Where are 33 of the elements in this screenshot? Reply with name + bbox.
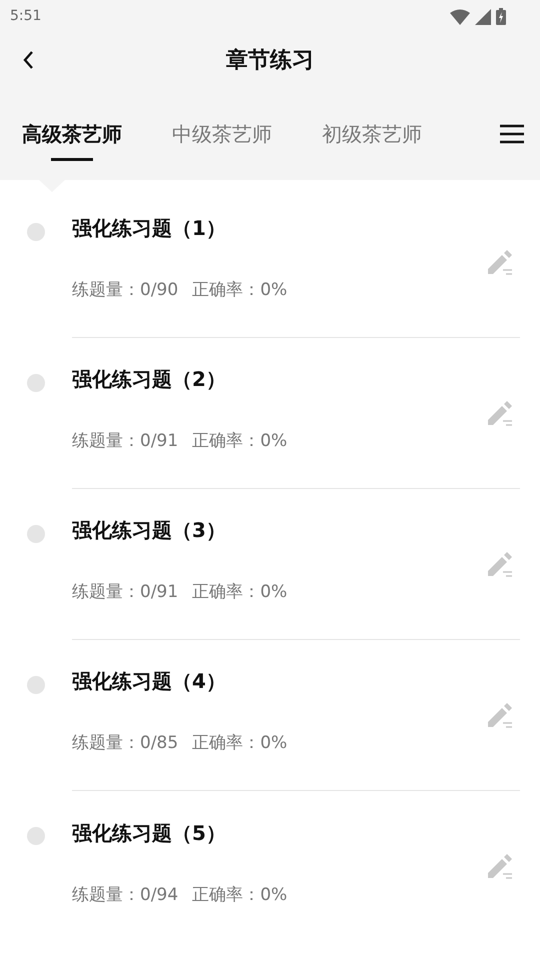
category-tab[interactable]: 中级茶艺师 xyxy=(160,106,284,162)
signal-icon xyxy=(475,8,491,24)
accuracy-rate: 正确率：0% xyxy=(192,430,288,452)
exercise-title[interactable]: 强化练习题（4） xyxy=(72,668,288,694)
battery-icon xyxy=(496,8,506,24)
question-count: 练题量：0/91 xyxy=(72,581,178,603)
status-dot xyxy=(27,827,45,845)
status-dot xyxy=(27,374,45,392)
accuracy-rate: 正确率：0% xyxy=(192,279,288,301)
accuracy-rate: 正确率：0% xyxy=(192,884,288,906)
exercise-title[interactable]: 强化练习题（1） xyxy=(72,215,288,241)
accuracy-rate: 正确率：0% xyxy=(192,732,288,754)
status-dot xyxy=(27,525,45,543)
question-count: 练题量：0/90 xyxy=(72,279,178,301)
category-tab[interactable]: 高级茶艺师 xyxy=(10,106,134,162)
exercise-title[interactable]: 强化练习题（2） xyxy=(72,366,288,392)
pencil-icon[interactable] xyxy=(488,400,513,426)
pencil-icon[interactable] xyxy=(488,250,513,274)
pencil-icon[interactable] xyxy=(488,702,513,728)
question-count: 练题量：0/94 xyxy=(72,884,178,906)
pencil-icon[interactable] xyxy=(488,854,513,879)
category-tab[interactable]: 初级茶艺师 xyxy=(310,106,434,162)
status-dot xyxy=(27,676,45,694)
status-dot xyxy=(27,223,45,241)
wifi-icon xyxy=(450,8,470,24)
accuracy-rate: 正确率：0% xyxy=(192,581,288,603)
status-time: 5:51 xyxy=(10,8,42,24)
question-count: 练题量：0/91 xyxy=(72,430,178,452)
question-count: 练题量：0/85 xyxy=(72,732,178,754)
exercise-title[interactable]: 强化练习题（5） xyxy=(72,820,288,846)
page-title: 章节练习 xyxy=(226,47,314,75)
exercise-title[interactable]: 强化练习题（3） xyxy=(72,517,288,543)
pencil-icon[interactable] xyxy=(488,552,513,576)
